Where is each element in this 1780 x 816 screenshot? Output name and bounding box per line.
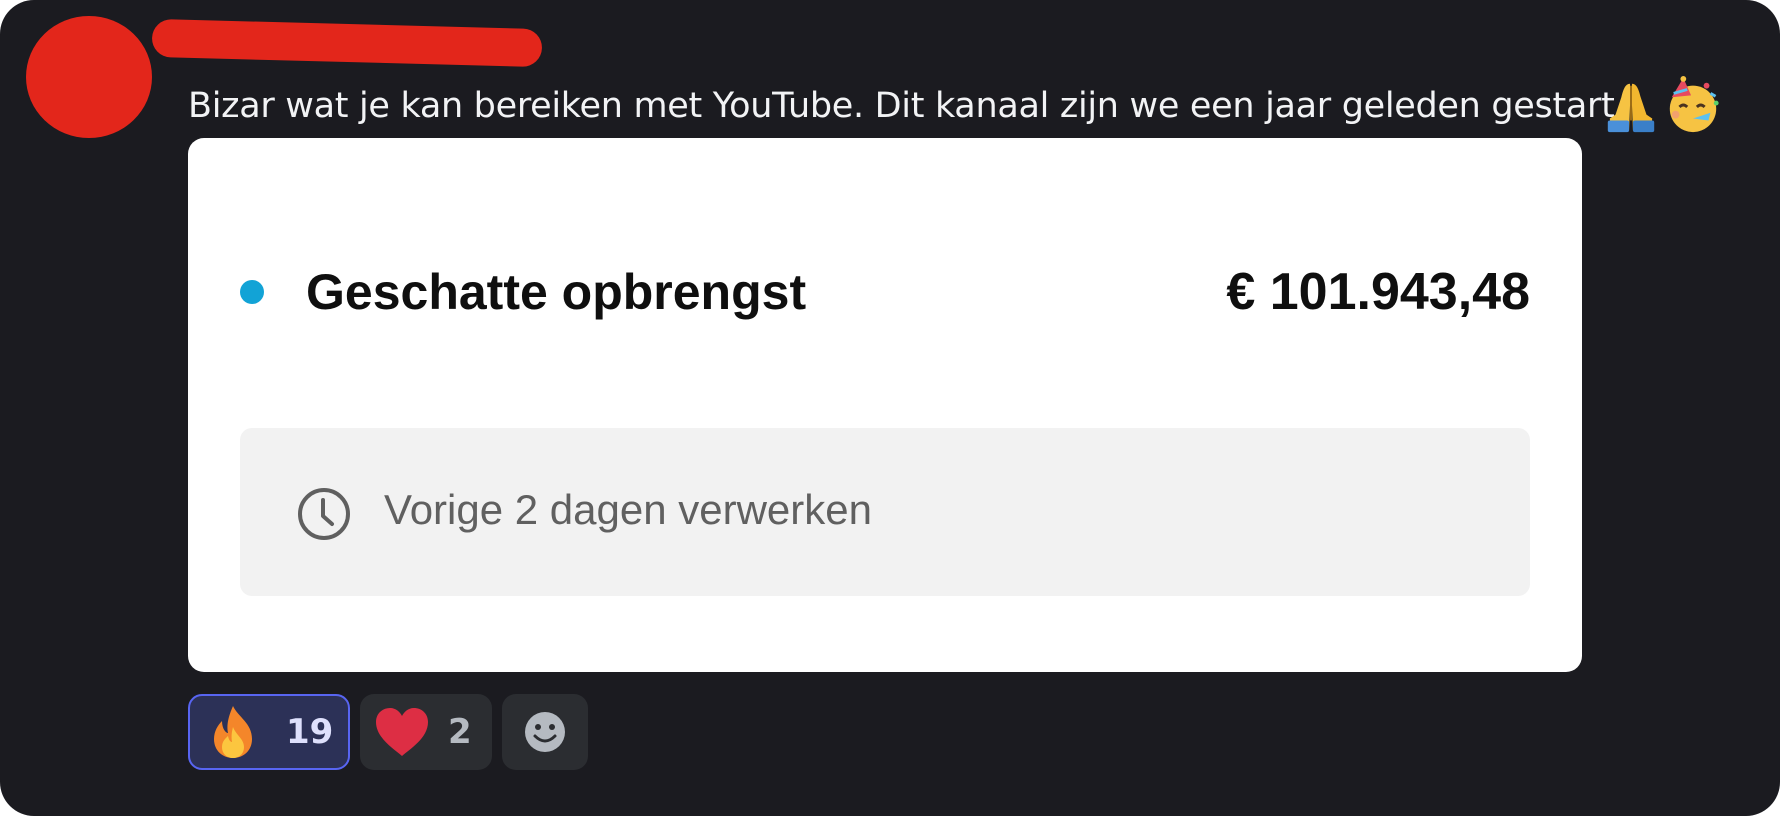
reaction-fire-count: 19 bbox=[286, 712, 334, 752]
reaction-heart-button[interactable]: 2 bbox=[360, 694, 492, 770]
processing-status-box: Vorige 2 dagen verwerken bbox=[240, 428, 1530, 596]
clock-icon bbox=[298, 488, 350, 540]
revenue-label: Geschatte opbrengst bbox=[306, 264, 807, 320]
revenue-value: € 101.943,48 bbox=[1226, 263, 1530, 321]
red-heart-icon bbox=[376, 708, 428, 756]
add-reaction-button[interactable] bbox=[502, 694, 588, 770]
message-text: Bizar wat je kan bereiken met YouTube. D… bbox=[188, 86, 1626, 126]
reaction-fire-button[interactable]: 19 bbox=[188, 694, 350, 770]
revenue-indicator-dot bbox=[240, 280, 264, 304]
message-container: Bizar wat je kan bereiken met YouTube. D… bbox=[0, 0, 1780, 816]
processing-status-text: Vorige 2 dagen verwerken bbox=[384, 486, 872, 533]
message-emojis bbox=[1602, 76, 1722, 136]
avatar[interactable] bbox=[26, 16, 152, 138]
image-attachment[interactable]: Geschatte opbrengst € 101.943,48 Vorige … bbox=[188, 138, 1582, 672]
reaction-heart-count: 2 bbox=[448, 712, 472, 752]
partying-face-icon bbox=[1669, 76, 1719, 133]
folded-hands-icon bbox=[1607, 83, 1655, 133]
smiley-face-icon bbox=[525, 712, 565, 752]
username-redaction bbox=[151, 18, 543, 68]
fire-icon bbox=[214, 706, 252, 758]
